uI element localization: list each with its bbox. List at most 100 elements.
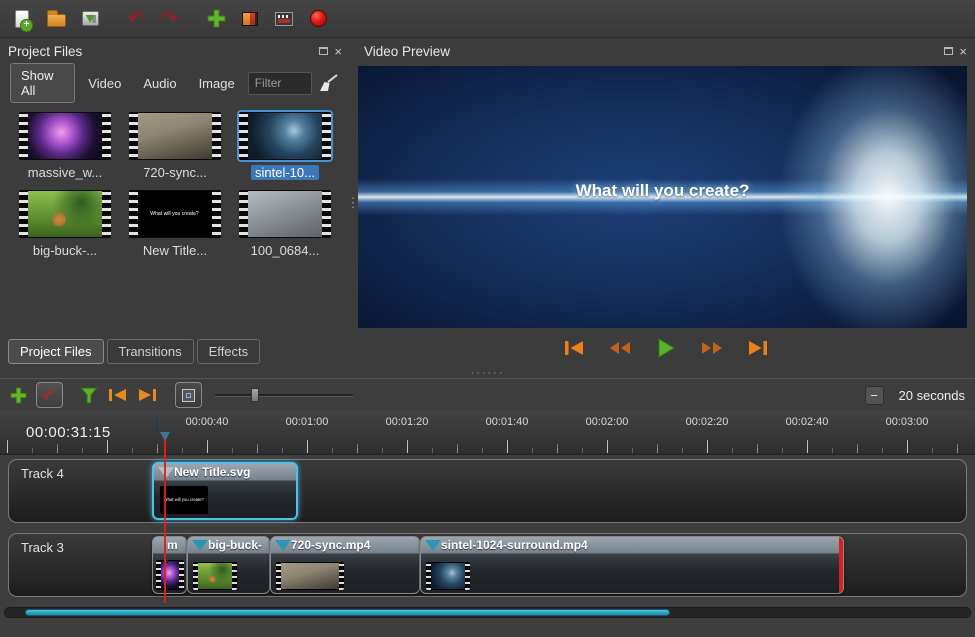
profile-icon xyxy=(242,12,258,26)
playhead-line[interactable] xyxy=(164,437,166,603)
filter-input[interactable] xyxy=(248,72,312,95)
redo-icon: ↷ xyxy=(162,9,179,29)
undo-button[interactable]: ↶ xyxy=(120,4,152,34)
jump-start-button[interactable] xyxy=(560,335,588,361)
add-track-button[interactable] xyxy=(10,387,27,404)
ruler-ticks xyxy=(0,440,975,453)
file-item-sintel[interactable]: sintel-10... xyxy=(232,112,338,180)
timeline-ruler[interactable]: 00:00:31:15 00:00:40 00:01:00 00:01:20 0… xyxy=(0,411,975,455)
track-name: Track 3 xyxy=(21,540,64,555)
timecode-display: 00:00:31:15 xyxy=(26,424,111,441)
fast-forward-button[interactable] xyxy=(698,335,726,361)
fast-forward-icon xyxy=(700,340,724,356)
zoom-out-button[interactable]: − xyxy=(865,386,884,405)
clip-big-buck[interactable]: big-buck- xyxy=(187,536,270,594)
jump-end-button[interactable] xyxy=(744,335,772,361)
track-row-3: Track 3 m big-buck- 720-sync.mp4 xyxy=(8,533,967,597)
save-project-button[interactable] xyxy=(74,4,106,34)
float-panel-icon[interactable] xyxy=(319,47,328,55)
zoom-slider-handle[interactable] xyxy=(251,388,259,402)
filter-audio-button[interactable]: Audio xyxy=(134,71,185,96)
left-panel-tabs: Project Files Transitions Effects xyxy=(0,336,350,368)
clip-massive[interactable]: m xyxy=(152,536,187,594)
project-files-grid: massive_w... 720-sync... sintel-10... bi… xyxy=(0,102,350,336)
horizontal-splitter[interactable]: ······ xyxy=(0,368,975,378)
clip-menu-chevron-icon[interactable] xyxy=(275,540,291,551)
clip-sintel[interactable]: sintel-1024-surround.mp4 xyxy=(420,536,844,594)
playhead-handle[interactable] xyxy=(156,419,173,441)
clear-filter-button[interactable] xyxy=(316,70,340,96)
ruler-mark: 00:03:00 xyxy=(886,416,929,428)
open-project-button[interactable] xyxy=(40,4,72,34)
clip-thumbnail xyxy=(276,562,344,590)
clip-label: sintel-1024-surround.mp4 xyxy=(441,538,588,552)
new-project-icon xyxy=(15,10,29,28)
file-label: big-buck-... xyxy=(29,243,101,258)
scrollbar-thumb[interactable] xyxy=(25,609,670,616)
clip-label: 720-sync.mp4 xyxy=(291,538,370,552)
tab-project-files[interactable]: Project Files xyxy=(8,339,104,364)
add-track-icon xyxy=(10,387,27,404)
clip-menu-chevron-icon[interactable] xyxy=(158,467,174,478)
clip-720-sync[interactable]: 720-sync.mp4 xyxy=(270,536,420,594)
ruler-mark: 00:01:00 xyxy=(286,416,329,428)
file-thumbnail xyxy=(19,112,111,160)
ruler-mark: 00:02:00 xyxy=(586,416,629,428)
clip-thumbnail: What will you create? xyxy=(160,486,208,514)
clip-new-title[interactable]: New Title.svg What will you create? xyxy=(152,462,298,520)
openshot-window: ↶ ↷ Project Files × Show All Video Audio xyxy=(0,0,975,637)
clip-menu-chevron-icon[interactable] xyxy=(192,540,208,551)
float-panel-icon[interactable] xyxy=(944,47,953,55)
next-marker-button[interactable] xyxy=(137,387,158,403)
timeline-scrollbar[interactable] xyxy=(4,607,971,618)
marker-funnel-icon xyxy=(80,387,98,404)
previous-marker-button[interactable] xyxy=(107,387,128,403)
jump-end-icon xyxy=(746,339,770,357)
main-toolbar: ↶ ↷ xyxy=(0,0,975,38)
zoom-slider[interactable] xyxy=(215,387,353,403)
rewind-button[interactable] xyxy=(606,335,634,361)
file-label: 100_0684... xyxy=(247,243,324,258)
zoom-slider-track xyxy=(215,394,353,397)
previous-marker-icon xyxy=(107,387,128,403)
main-split: Project Files × Show All Video Audio Ima… xyxy=(0,38,975,368)
jump-start-icon xyxy=(562,339,586,357)
file-item-new-title[interactable]: What will you create? New Title... xyxy=(122,190,228,258)
razor-tool-button[interactable]: ✂ xyxy=(36,382,63,408)
filter-show-all-button[interactable]: Show All xyxy=(10,63,75,103)
import-plus-icon xyxy=(207,9,226,28)
file-thumbnail xyxy=(129,112,221,160)
video-preview-header: Video Preview × xyxy=(356,38,975,64)
title-editor-button[interactable] xyxy=(268,4,300,34)
track-row-4: Track 4 New Title.svg What will you crea… xyxy=(8,459,967,523)
video-overlay-text: What will you create? xyxy=(358,181,967,201)
center-playhead-button[interactable] xyxy=(175,382,202,408)
choose-profile-button[interactable] xyxy=(234,4,266,34)
playhead-ball-icon xyxy=(156,418,158,435)
clip-menu-chevron-icon[interactable] xyxy=(425,540,441,551)
timeline-tracks: Track 4 New Title.svg What will you crea… xyxy=(0,455,975,603)
export-video-button[interactable] xyxy=(302,4,334,34)
import-files-button[interactable] xyxy=(200,4,232,34)
file-item-big-buck[interactable]: big-buck-... xyxy=(12,190,118,258)
close-panel-icon[interactable]: × xyxy=(334,45,342,58)
play-button[interactable] xyxy=(652,335,680,361)
file-thumbnail xyxy=(239,190,331,238)
ruler-mark: 00:02:40 xyxy=(786,416,829,428)
close-panel-icon[interactable]: × xyxy=(959,45,967,58)
filter-video-button[interactable]: Video xyxy=(79,71,130,96)
video-preview-display: What will you create? xyxy=(358,66,967,328)
open-folder-icon xyxy=(47,14,66,27)
clip-label: m xyxy=(167,538,178,552)
new-project-button[interactable] xyxy=(6,4,38,34)
clip-label: New Title.svg xyxy=(174,465,250,479)
tab-effects[interactable]: Effects xyxy=(197,339,261,364)
redo-button[interactable]: ↷ xyxy=(154,4,186,34)
file-item-100-0684[interactable]: 100_0684... xyxy=(232,190,338,258)
filter-image-button[interactable]: Image xyxy=(190,71,244,96)
tab-transitions[interactable]: Transitions xyxy=(107,339,194,364)
razor-icon: ✂ xyxy=(39,385,60,406)
file-item-massive[interactable]: massive_w... xyxy=(12,112,118,180)
add-marker-button[interactable] xyxy=(80,387,98,404)
file-item-720-sync[interactable]: 720-sync... xyxy=(122,112,228,180)
